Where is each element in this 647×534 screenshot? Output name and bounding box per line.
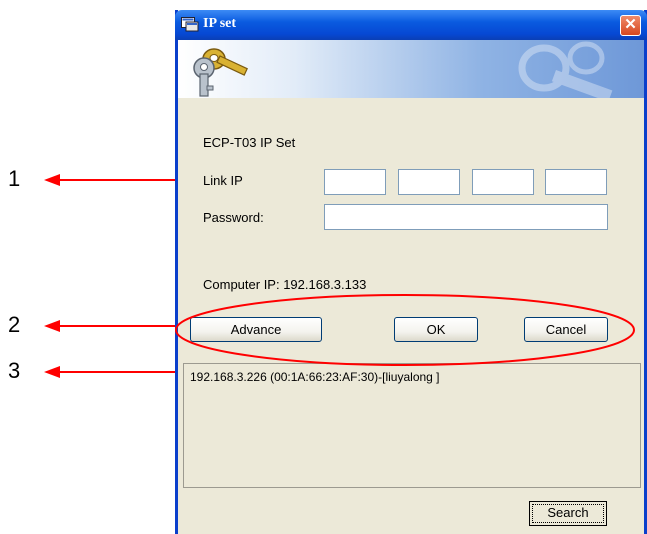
title-bar[interactable]: IP set ✕ [175,10,647,40]
password-field[interactable] [324,204,608,230]
device-list[interactable]: 192.168.3.226 (00:1A:66:23:AF:30)-[liuya… [183,363,641,488]
arrow-left-icon [44,366,175,378]
cancel-button[interactable]: Cancel [524,317,608,342]
close-button[interactable]: ✕ [620,15,641,36]
callout-2: 2 [0,312,175,337]
callout-3: 3 [0,358,175,383]
password-label: Password: [203,210,264,225]
advance-button[interactable]: Advance [190,317,322,342]
app-window-icon [181,17,199,32]
ok-button[interactable]: OK [394,317,478,342]
list-item[interactable]: 192.168.3.226 (00:1A:66:23:AF:30)-[liuya… [190,370,440,384]
search-button[interactable]: Search [529,501,607,526]
keys-icon [193,41,613,98]
callout-1: 1 [0,166,175,191]
close-icon: ✕ [624,16,637,33]
dialog-heading: ECP-T03 IP Set [203,135,296,150]
arrow-left-icon [44,174,175,186]
ip-set-dialog: IP set ✕ ECP-T03 IP Set Link IP Password… [175,10,647,534]
link-ip-octet-2[interactable] [398,169,460,195]
header-banner [178,40,644,98]
focus-rect [532,504,604,523]
window-title: IP set [203,16,237,31]
link-ip-label: Link IP [203,173,243,188]
link-ip-octet-1[interactable] [324,169,386,195]
arrow-left-icon [44,320,175,332]
computer-ip-text: Computer IP: 192.168.3.133 [203,277,367,292]
link-ip-octet-3[interactable] [472,169,534,195]
link-ip-octet-4[interactable] [545,169,607,195]
